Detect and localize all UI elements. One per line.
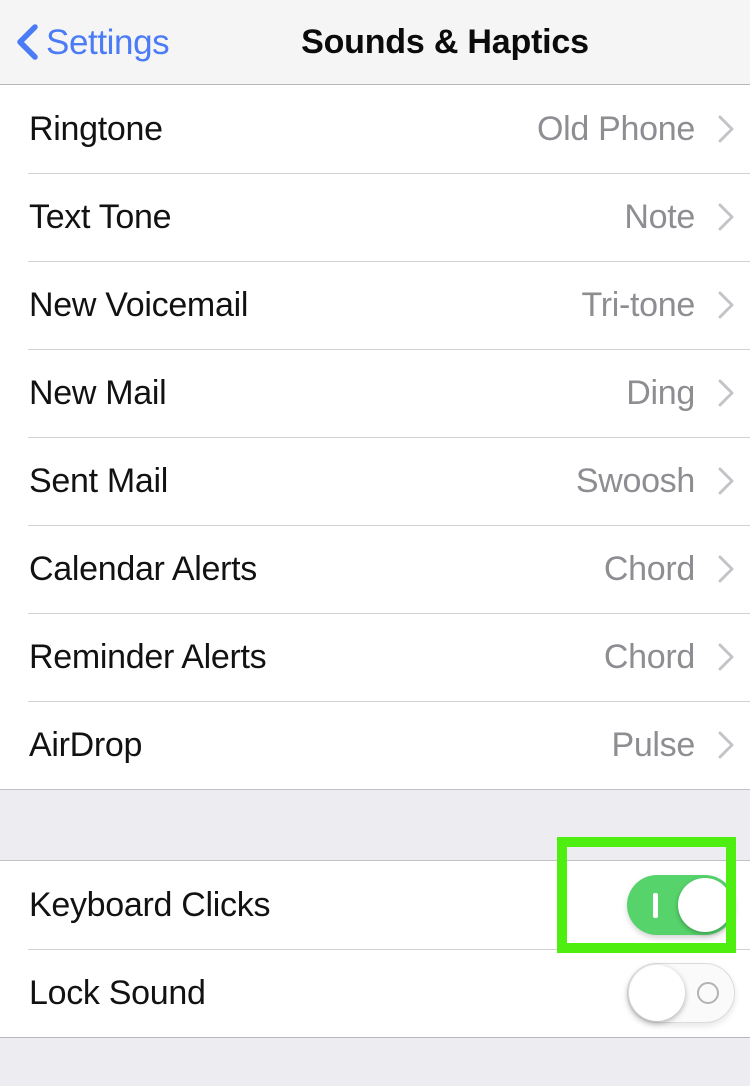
lock-sound-switch[interactable] [627, 963, 735, 1023]
row-keyboard-clicks[interactable]: Keyboard Clicks [0, 861, 750, 949]
chevron-left-icon [17, 24, 38, 60]
switch-on-indicator-icon [653, 893, 658, 918]
row-lock-sound[interactable]: Lock Sound [0, 949, 750, 1037]
row-value: Old Phone [537, 110, 695, 148]
row-accessory-area: Note [624, 200, 750, 234]
row-new-voicemail[interactable]: New Voicemail Tri-tone [0, 261, 750, 349]
row-label: Sent Mail [29, 462, 169, 500]
switch-knob [629, 965, 685, 1021]
chevron-right-icon [718, 115, 734, 143]
row-reminder-alerts[interactable]: Reminder Alerts Chord [0, 613, 750, 701]
row-label: AirDrop [29, 726, 143, 764]
row-calendar-alerts[interactable]: Calendar Alerts Chord [0, 525, 750, 613]
row-accessory-area: Old Phone [537, 112, 750, 146]
row-accessory-area: Chord [604, 640, 750, 674]
row-airdrop[interactable]: AirDrop Pulse [0, 701, 750, 789]
row-sent-mail[interactable]: Sent Mail Swoosh [0, 437, 750, 525]
row-value: Swoosh [575, 462, 695, 500]
chevron-right-icon [718, 203, 734, 231]
row-text-tone[interactable]: Text Tone Note [0, 173, 750, 261]
row-ringtone[interactable]: Ringtone Old Phone [0, 85, 750, 173]
footer-gap [0, 1037, 750, 1086]
keyboard-clicks-switch[interactable] [627, 875, 735, 935]
row-label: New Voicemail [29, 286, 249, 324]
switches-group: Keyboard Clicks Lock Sound [0, 861, 750, 1037]
section-gap [0, 789, 750, 861]
sounds-group: Ringtone Old Phone Text Tone Note New Vo… [0, 85, 750, 789]
switch-knob [678, 878, 732, 932]
back-button-label: Settings [46, 22, 170, 62]
row-label: Calendar Alerts [29, 550, 257, 588]
switch-off-indicator-icon [697, 982, 719, 1004]
chevron-right-icon [718, 643, 734, 671]
row-new-mail[interactable]: New Mail Ding [0, 349, 750, 437]
back-button[interactable]: Settings [0, 0, 170, 84]
row-value: Chord [603, 638, 695, 676]
row-label: New Mail [29, 374, 167, 412]
chevron-right-icon [718, 555, 734, 583]
row-accessory-area [627, 875, 750, 935]
row-value: Note [624, 198, 695, 236]
row-accessory-area: Swoosh [576, 464, 750, 498]
row-label: Keyboard Clicks [29, 886, 271, 924]
row-value: Tri-tone [581, 286, 696, 324]
row-accessory-area: Pulse [611, 728, 750, 762]
row-value: Ding [626, 374, 695, 412]
sounds-and-haptics-screen: Settings Sounds & Haptics Ringtone Old P… [0, 0, 750, 1086]
row-value: Pulse [611, 726, 695, 764]
row-label: Text Tone [29, 198, 172, 236]
row-value: Chord [603, 550, 695, 588]
chevron-right-icon [718, 731, 734, 759]
chevron-right-icon [718, 379, 734, 407]
row-label: Ringtone [29, 110, 163, 148]
row-accessory-area: Chord [604, 552, 750, 586]
row-accessory-area: Ding [626, 376, 750, 410]
row-label: Lock Sound [29, 974, 206, 1012]
navigation-bar: Settings Sounds & Haptics [0, 0, 750, 85]
row-accessory-area: Tri-tone [582, 288, 750, 322]
chevron-right-icon [718, 291, 734, 319]
row-accessory-area [627, 963, 750, 1023]
chevron-right-icon [718, 467, 734, 495]
row-label: Reminder Alerts [29, 638, 267, 676]
